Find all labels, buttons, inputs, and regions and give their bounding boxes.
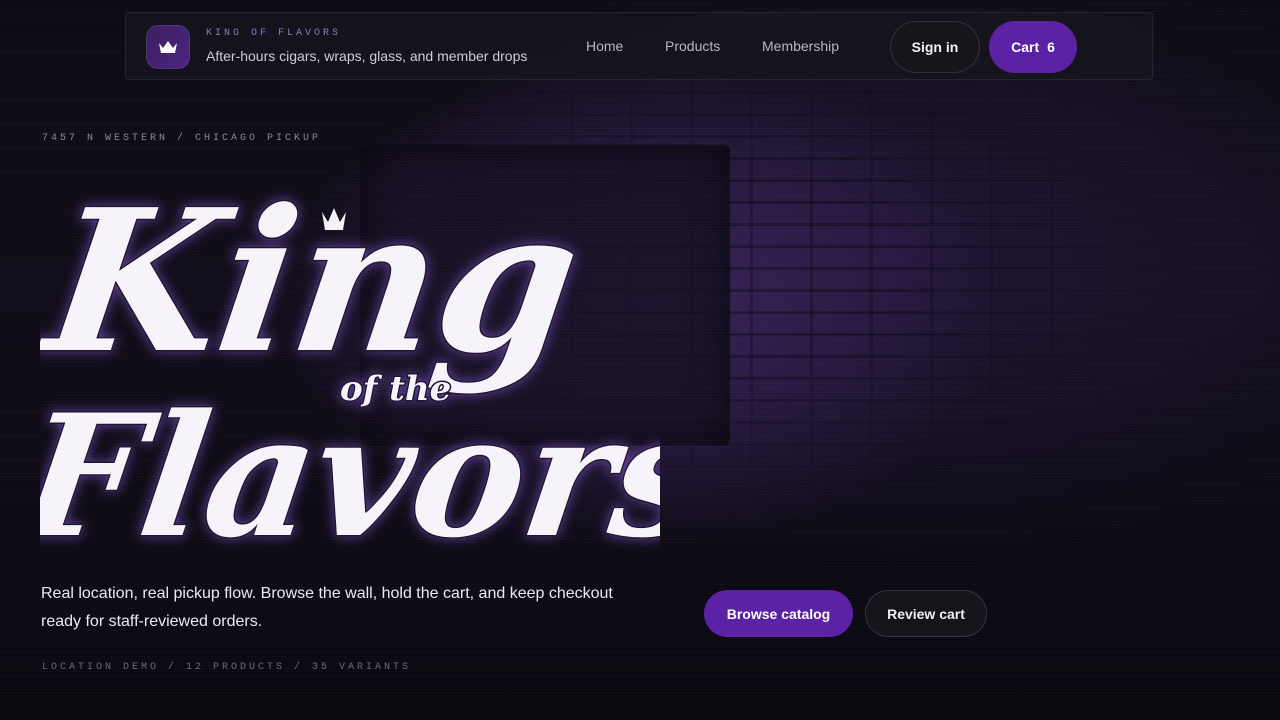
review-cart-button[interactable]: Review cart bbox=[865, 590, 987, 637]
nav-link-membership[interactable]: Membership bbox=[762, 38, 839, 54]
cart-button[interactable]: Cart 6 bbox=[989, 21, 1077, 73]
hero-logo-line1: King bbox=[40, 167, 592, 397]
sign-in-button[interactable]: Sign in bbox=[890, 21, 980, 73]
hero-logo-line2: Flavors bbox=[40, 377, 660, 570]
hero-tagline: Real location, real pickup flow. Browse … bbox=[41, 585, 613, 630]
nav-link-home[interactable]: Home bbox=[586, 38, 623, 54]
hero-script-logo: King of the Flavors bbox=[40, 165, 660, 570]
location-eyebrow: 7457 N WESTERN / CHICAGO PICKUP bbox=[42, 133, 322, 144]
hero-meta: LOCATION DEMO / 12 PRODUCTS / 35 VARIANT… bbox=[42, 662, 412, 673]
sign-in-label: Sign in bbox=[911, 39, 959, 55]
brand-logo[interactable] bbox=[146, 25, 190, 69]
cart-count-badge: 6 bbox=[1047, 39, 1055, 55]
top-navbar: KING OF FLAVORS After-hours cigars, wrap… bbox=[125, 12, 1153, 80]
brand-subtitle: After-hours cigars, wraps, glass, and me… bbox=[206, 48, 528, 64]
crown-icon bbox=[159, 41, 177, 53]
review-cart-label: Review cart bbox=[887, 605, 965, 622]
cart-label: Cart bbox=[1011, 39, 1040, 55]
brand-title: KING OF FLAVORS bbox=[206, 28, 342, 39]
browse-catalog-label: Browse catalog bbox=[726, 605, 831, 622]
nav-link-products[interactable]: Products bbox=[665, 38, 720, 54]
browse-catalog-button[interactable]: Browse catalog bbox=[704, 590, 853, 637]
